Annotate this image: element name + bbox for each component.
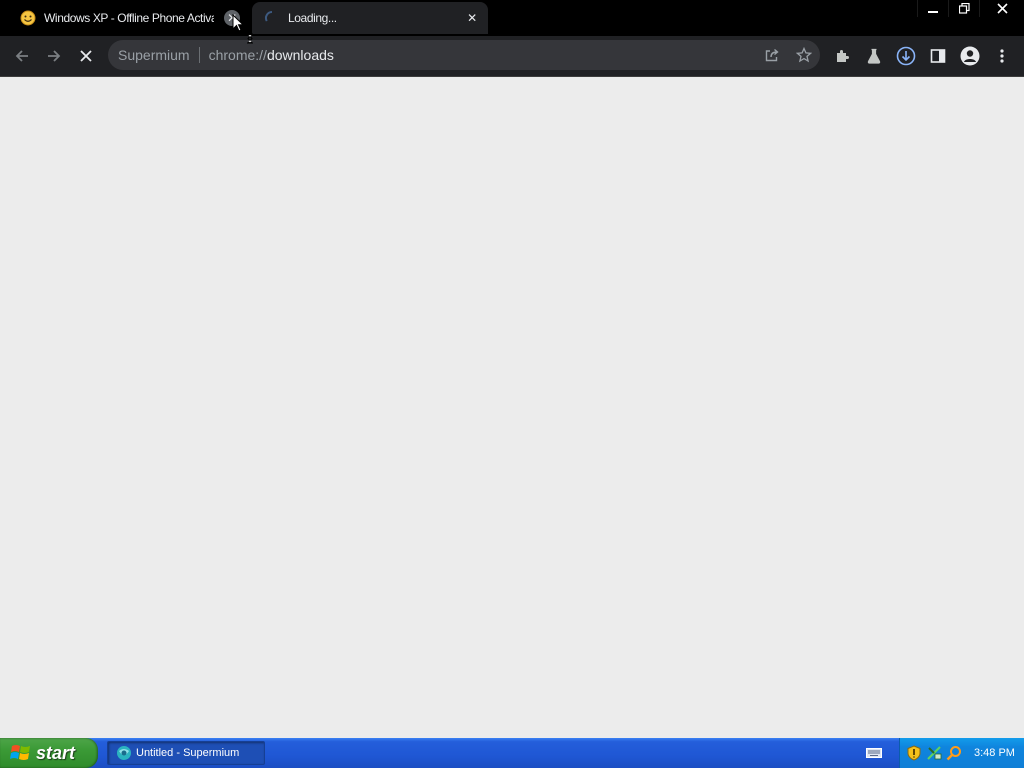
restore-icon xyxy=(958,3,970,14)
download-icon xyxy=(896,46,916,66)
avatar-icon xyxy=(960,46,980,66)
busy-cursor-icon xyxy=(232,14,253,44)
stop-loading-button[interactable] xyxy=(74,44,98,68)
minimize-icon xyxy=(928,10,938,13)
kebab-menu-icon xyxy=(1000,49,1004,63)
extensions-button[interactable] xyxy=(830,44,854,68)
star-icon xyxy=(796,47,812,63)
taskbar-window-supermium[interactable]: Untitled - Supermium xyxy=(107,741,265,765)
close-icon xyxy=(996,3,1008,14)
tab-title: Loading... xyxy=(288,11,337,25)
puzzle-icon xyxy=(837,50,849,62)
side-panel-button[interactable] xyxy=(926,44,950,68)
site-label: Supermium xyxy=(118,47,190,63)
tab-strip: Windows XP - Offline Phone Activat ✕ Loa… xyxy=(0,0,1024,36)
security-shield-icon[interactable] xyxy=(906,745,922,761)
tab-loading[interactable]: Loading... ✕ xyxy=(252,2,488,34)
keyboard-icon[interactable] xyxy=(866,747,882,759)
labs-button[interactable] xyxy=(862,44,886,68)
url-text: chrome://downloads xyxy=(209,47,334,63)
page-content xyxy=(0,77,1024,738)
tab-title: Windows XP - Offline Phone Activat xyxy=(44,11,214,25)
back-arrow-icon xyxy=(15,50,28,62)
downloads-button[interactable] xyxy=(894,44,918,68)
clock: 3:48 PM xyxy=(974,747,1015,759)
loading-spinner-icon xyxy=(265,11,273,22)
start-label: start xyxy=(36,742,76,763)
restore-button[interactable] xyxy=(948,0,979,17)
side-panel-icon xyxy=(930,49,946,63)
flask-icon xyxy=(867,48,881,64)
minimize-button[interactable] xyxy=(917,0,948,17)
system-tray: 3:48 PM xyxy=(899,738,1024,768)
start-button[interactable]: start xyxy=(0,738,98,768)
supermium-app-icon xyxy=(117,746,131,760)
close-window-button[interactable] xyxy=(979,0,1024,17)
bookmark-star-button[interactable] xyxy=(788,40,820,70)
url-host: downloads xyxy=(266,47,334,63)
url-scheme: chrome:// xyxy=(208,47,267,63)
network-icon[interactable] xyxy=(926,745,942,761)
address-bar-actions xyxy=(756,40,820,70)
tab-windows-xp-activation[interactable]: Windows XP - Offline Phone Activat ✕ xyxy=(8,2,248,34)
share-button[interactable] xyxy=(756,40,788,70)
menu-button[interactable] xyxy=(990,44,1014,68)
window-controls xyxy=(917,0,1024,18)
address-separator xyxy=(198,47,200,63)
share-icon xyxy=(765,48,779,62)
browser-toolbar: Supermium chrome://downloads xyxy=(0,36,1024,77)
profile-button[interactable] xyxy=(958,44,982,68)
taskbar-window-label: Untitled - Supermium xyxy=(136,747,240,759)
smiley-favicon-icon xyxy=(20,10,36,26)
address-bar[interactable]: Supermium chrome://downloads xyxy=(108,40,820,70)
back-button[interactable] xyxy=(10,44,34,68)
windows-logo-icon xyxy=(10,745,30,760)
forward-button[interactable] xyxy=(42,44,66,68)
search-magnifier-icon[interactable] xyxy=(946,745,962,761)
taskbar: start Untitled - Supermium 3:48 PM xyxy=(0,738,1024,768)
stop-x-icon xyxy=(80,50,92,62)
tab-close-icon[interactable]: ✕ xyxy=(464,10,480,26)
forward-arrow-icon xyxy=(48,50,61,62)
